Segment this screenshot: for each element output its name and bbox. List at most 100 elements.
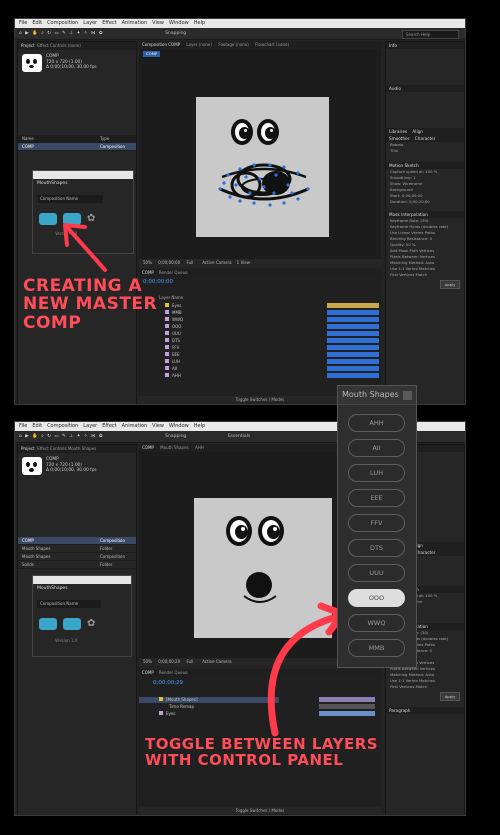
apply-button[interactable]: Apply: [440, 280, 460, 289]
layer-row[interactable]: EEE: [139, 352, 180, 358]
comp-canvas[interactable]: [196, 97, 329, 237]
viewer-timecode[interactable]: 0;00;00;00: [158, 260, 180, 265]
layer-bar[interactable]: [327, 303, 379, 308]
menu-window[interactable]: Window: [169, 20, 189, 26]
resolution-select[interactable]: Full: [186, 659, 193, 664]
layer-bar[interactable]: [327, 324, 379, 329]
project-row[interactable]: Mouth Shapes Folder: [18, 545, 136, 553]
tool-icons[interactable]: ⌂ ▶ ✋ ⌕ ↻ ▭ ✎ ⊥ ✦ ✧ ⋈ ✿: [19, 434, 104, 439]
menu-view[interactable]: View: [152, 423, 164, 429]
comp-breadcrumb[interactable]: COMP: [143, 51, 161, 57]
resolution-select[interactable]: Full: [186, 260, 193, 265]
mouth-button-ahh[interactable]: AHH: [348, 414, 405, 432]
layer-row[interactable]: FFV: [139, 345, 179, 351]
menu-help[interactable]: Help: [194, 20, 205, 26]
paragraph-panel-title[interactable]: Paragraph: [386, 707, 464, 714]
mask-line[interactable]: First Vertices Match: [386, 684, 464, 690]
layer-row[interactable]: AHH: [139, 373, 181, 379]
mouth-button-luh[interactable]: LUH: [348, 464, 405, 482]
mask-line[interactable]: First Vertices Match: [386, 272, 464, 278]
menu-window[interactable]: Window: [169, 423, 189, 429]
mask-interpolation-title[interactable]: Mask Interpolation: [386, 211, 464, 218]
mouth-button-eee[interactable]: EEE: [348, 489, 405, 507]
tab-effect-controls[interactable]: Effect Controls (none): [37, 43, 81, 48]
composition-name-input[interactable]: Composition Name: [37, 195, 103, 203]
col-name[interactable]: Name: [22, 136, 34, 141]
tab-render-queue[interactable]: Render Queue: [159, 270, 188, 275]
layer-bar[interactable]: [327, 331, 379, 336]
menu-composition[interactable]: Composition: [47, 423, 78, 429]
project-row[interactable]: Mouth Shapes Composition: [18, 553, 136, 561]
col-type[interactable]: Type: [100, 135, 109, 142]
tab-project[interactable]: Project: [21, 43, 35, 48]
layer-bar[interactable]: [327, 317, 379, 322]
menu-animation[interactable]: Animation: [122, 20, 148, 26]
layer-row[interactable]: Eyes: [139, 711, 175, 717]
timeline-timecode[interactable]: 0;00;00;29: [153, 680, 183, 686]
tab-render-queue[interactable]: Render Queue: [159, 670, 188, 675]
tab-mouth-shapes[interactable]: Mouth Shapes: [160, 445, 188, 450]
zoom-select[interactable]: 50%: [143, 659, 152, 664]
tab-character[interactable]: Character: [415, 136, 436, 141]
tab-footage[interactable]: Footage (none): [218, 42, 248, 47]
layer-bar[interactable]: [327, 352, 379, 357]
workspace-label[interactable]: Essentials: [228, 434, 251, 439]
tab-smoother[interactable]: Smoother: [389, 136, 409, 141]
layer-row[interactable]: DTS: [139, 338, 180, 344]
camera-select[interactable]: Active Camera: [202, 659, 231, 664]
menu-file[interactable]: File: [19, 423, 27, 429]
menu-file[interactable]: File: [19, 20, 27, 26]
tab-align[interactable]: Align: [412, 129, 423, 134]
menu-composition[interactable]: Composition: [47, 20, 78, 26]
layer-bar[interactable]: [327, 310, 379, 315]
snapping-label[interactable]: Snapping: [165, 434, 186, 439]
camera-select[interactable]: Active Camera: [202, 260, 231, 265]
layer-bar[interactable]: [327, 338, 379, 343]
mouth-button-uuu[interactable]: UUU: [348, 564, 405, 582]
layer-bar[interactable]: [327, 373, 379, 378]
toggle-switches-modes[interactable]: Toggle Switches / Modes: [139, 807, 381, 814]
menu-effect[interactable]: Effect: [102, 423, 116, 429]
tab-timeline-comp[interactable]: COMP: [142, 270, 154, 275]
apply-button[interactable]: Apply: [440, 692, 460, 701]
add-layers-icon[interactable]: [63, 618, 81, 630]
menu-effect[interactable]: Effect: [102, 20, 116, 26]
tab-libraries[interactable]: Libraries: [389, 129, 407, 134]
tool-icons[interactable]: ⌂ ▶ ✋ ⌕ ↻ ▭ ✎ ⊥ ✦ ✧ ⋈ ✿: [19, 31, 104, 36]
layer-bar[interactable]: [327, 359, 379, 364]
layer-bar[interactable]: [327, 345, 379, 350]
viewer-timecode[interactable]: 0;00;00;29: [158, 659, 180, 664]
create-comp-icon[interactable]: [39, 618, 57, 630]
tab-composition[interactable]: Composition COMP: [142, 42, 180, 47]
settings-icon[interactable]: ✿: [87, 618, 95, 629]
project-row[interactable]: COMP Composition: [18, 143, 136, 151]
audio-panel-title[interactable]: Audio: [386, 85, 464, 92]
zoom-select[interactable]: 50%: [143, 260, 152, 265]
mouth-button-ooo[interactable]: OOO: [348, 589, 405, 607]
project-row[interactable]: COMP Composition: [18, 537, 136, 545]
composition-name-input[interactable]: Composition Name: [37, 600, 101, 608]
mouth-button-wwq[interactable]: WWQ: [348, 614, 405, 632]
menu-animation[interactable]: Animation: [122, 423, 148, 429]
tab-layer[interactable]: Layer (none): [186, 42, 212, 47]
tab-flowchart[interactable]: Flowchart (none): [255, 42, 289, 47]
layer-bar[interactable]: [327, 366, 379, 371]
motion-sketch-title[interactable]: Motion Sketch: [386, 162, 464, 169]
views-select[interactable]: 1 View: [237, 260, 250, 265]
menu-edit[interactable]: Edit: [32, 423, 42, 429]
mouth-button-ffv[interactable]: FFV: [348, 514, 405, 532]
menu-help[interactable]: Help: [194, 423, 205, 429]
menu-view[interactable]: View: [152, 20, 164, 26]
menu-edit[interactable]: Edit: [32, 20, 42, 26]
tab-character[interactable]: Character: [415, 550, 436, 555]
snapping-label[interactable]: Snapping: [165, 31, 186, 36]
panel-menu-icon[interactable]: [403, 391, 412, 400]
tab-timeline-comp[interactable]: COMP: [142, 670, 154, 675]
mouth-button-mmb[interactable]: MMB: [348, 639, 405, 657]
layer-row[interactable]: Time Remap: [139, 704, 194, 710]
info-panel-title[interactable]: Info: [386, 42, 464, 49]
mouth-button-dts[interactable]: DTS: [348, 539, 405, 557]
tab-effect-controls[interactable]: Effect Controls Mouth Shapes: [37, 446, 96, 451]
menu-layer[interactable]: Layer: [83, 20, 97, 26]
menu-layer[interactable]: Layer: [83, 423, 97, 429]
